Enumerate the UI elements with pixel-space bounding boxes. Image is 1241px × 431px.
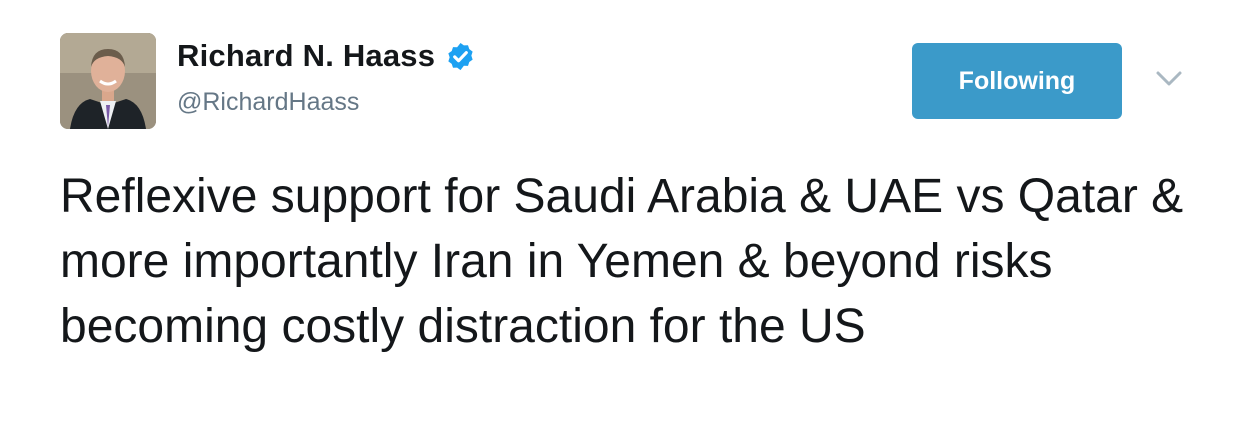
chevron-down-icon[interactable] xyxy=(1155,70,1183,88)
author-name-row: Richard N. Haass xyxy=(177,38,476,74)
following-button[interactable]: Following xyxy=(912,43,1122,119)
tweet-text: Reflexive support for Saudi Arabia & UAE… xyxy=(60,170,1184,353)
author-avatar[interactable] xyxy=(60,33,156,129)
avatar-photo xyxy=(60,33,156,129)
author-handle[interactable]: @RichardHaass xyxy=(177,88,359,117)
verified-badge-icon xyxy=(448,42,473,70)
author-display-name[interactable]: Richard N. Haass xyxy=(177,38,435,74)
